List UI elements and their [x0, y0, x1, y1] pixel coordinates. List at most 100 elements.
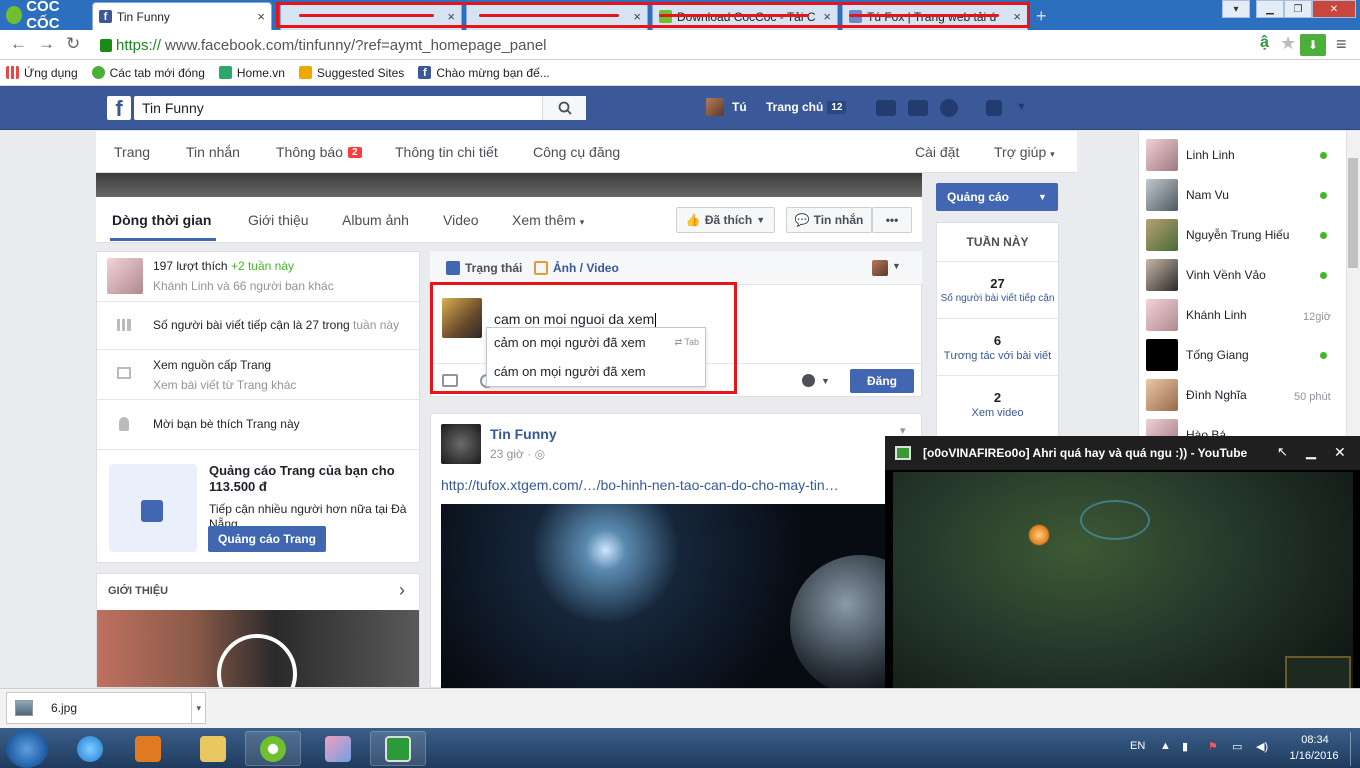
taskbar-explorer[interactable]: [185, 731, 241, 766]
download-menu-chevron-icon[interactable]: ▾: [191, 693, 205, 723]
chat-contact[interactable]: Đình Nghĩa: [1146, 379, 1247, 411]
show-hidden-icons-icon[interactable]: ▲: [1160, 740, 1171, 752]
chat-contact[interactable]: Nam Vu: [1146, 179, 1229, 211]
admin-tab-insights[interactable]: Thông tin chi tiết: [395, 144, 498, 160]
typing-tool-icon[interactable]: ậ: [1260, 34, 1269, 52]
close-popup-icon[interactable]: ✕: [1334, 444, 1346, 461]
friend-requests-icon[interactable]: [876, 100, 896, 116]
feed-row[interactable]: Xem nguồn cấp Trang Xem bài viết từ Tran…: [97, 350, 419, 400]
notifications-globe-icon[interactable]: [940, 99, 958, 117]
maximize-button[interactable]: ❐: [1284, 0, 1312, 18]
privacy-shortcuts-icon[interactable]: [986, 100, 1002, 116]
back-icon[interactable]: ←: [10, 34, 27, 54]
tab-more[interactable]: Xem thêm ▾: [512, 212, 584, 228]
tab-tin-funny[interactable]: f Tin Funny ×: [92, 2, 272, 30]
tab-photos[interactable]: Album ảnh: [342, 212, 409, 228]
taskbar-media[interactable]: [120, 731, 176, 766]
language-indicator[interactable]: EN: [1130, 740, 1145, 752]
bookmark-apps[interactable]: Ứng dụng: [6, 66, 78, 80]
admin-tab-messages[interactable]: Tin nhắn: [186, 144, 240, 160]
facebook-logo-icon[interactable]: f: [107, 96, 131, 120]
invite-row[interactable]: Mời bạn bè thích Trang này: [97, 400, 419, 450]
bookmark-suggested-sites[interactable]: Suggested Sites: [298, 66, 404, 80]
tab-more-label: Xem thêm: [512, 212, 576, 228]
volume-icon[interactable]: ◀): [1256, 740, 1268, 753]
admin-settings-link[interactable]: Cài đặt: [915, 144, 959, 160]
tab-about[interactable]: Giới thiệu: [248, 212, 309, 228]
chat-contact[interactable]: Nguyễn Trung Hiếu: [1146, 219, 1289, 251]
likes-row[interactable]: 197 lượt thích +2 tuần này Khánh Linh và…: [97, 252, 419, 302]
post-timestamp[interactable]: 23 giờ · ◎: [490, 447, 545, 461]
stat-video-label[interactable]: Xem video: [937, 407, 1058, 419]
post-button[interactable]: Đăng: [850, 369, 914, 393]
messages-icon[interactable]: [908, 100, 928, 116]
chevron-down-icon[interactable]: ▼: [892, 261, 901, 271]
clock-time[interactable]: 08:34: [1290, 734, 1340, 746]
taskbar-paint[interactable]: [310, 731, 366, 766]
admin-help-menu[interactable]: Trợ giúp ▾: [994, 144, 1055, 160]
post-as-avatar[interactable]: [872, 260, 888, 276]
clock-date[interactable]: 1/16/2016: [1282, 750, 1346, 762]
close-tab-icon[interactable]: ×: [257, 9, 265, 24]
chat-contact[interactable]: Vinh Vềnh Vảo: [1146, 259, 1266, 291]
taskbar-popup-player[interactable]: [370, 731, 426, 766]
user-name-link[interactable]: Tú: [732, 100, 747, 114]
about-video-thumbnail[interactable]: [97, 610, 419, 687]
chat-contact[interactable]: Hào Bá: [1146, 419, 1226, 436]
new-tab-button[interactable]: +: [1036, 6, 1047, 27]
admin-tab-notifications[interactable]: Thông báo 2: [276, 144, 362, 160]
close-window-button[interactable]: ✕: [1312, 0, 1356, 18]
promote-page-button[interactable]: Quảng cáo Trang: [208, 526, 326, 552]
post-link[interactable]: http://tufox.xtgem.com/…/bo-hinh-nen-tao…: [441, 477, 839, 493]
liked-button[interactable]: 👍 Đã thích ▼: [676, 207, 775, 233]
home-link[interactable]: Trang chủ 12: [766, 100, 847, 114]
admin-tab-publishing-tools[interactable]: Công cụ đăng: [533, 144, 620, 160]
bookmark-welcome[interactable]: f Chào mừng bạn đế...: [418, 66, 550, 80]
taskbar-ie[interactable]: [62, 731, 118, 766]
composer-tab-status[interactable]: Trạng thái: [446, 261, 522, 275]
chevron-right-icon[interactable]: ›: [399, 580, 405, 601]
flag-icon[interactable]: ⚑: [1208, 740, 1218, 753]
search-button[interactable]: [542, 96, 586, 120]
reload-icon[interactable]: ↻: [66, 34, 80, 54]
reach-row[interactable]: Số người bài viết tiếp cận là 27 trong t…: [97, 302, 419, 350]
page-avatar[interactable]: [441, 424, 481, 464]
post-page-name[interactable]: Tin Funny: [490, 426, 557, 442]
chat-contact[interactable]: Tống Giang: [1146, 339, 1249, 371]
minimize-button[interactable]: ▁: [1256, 0, 1284, 18]
admin-tab-page[interactable]: Trang: [114, 144, 150, 160]
browser-menu-icon[interactable]: ≡: [1336, 34, 1347, 55]
expand-icon[interactable]: ↖: [1277, 444, 1288, 460]
network-icon[interactable]: ▮: [1182, 740, 1188, 753]
bookmark-home-vn[interactable]: Home.vn: [218, 66, 285, 80]
message-button[interactable]: 💬 Tin nhắn: [786, 207, 872, 233]
download-icon[interactable]: ⬇: [1300, 34, 1326, 56]
account-menu-chevron-icon[interactable]: ▼: [1016, 101, 1027, 113]
window-menu-button[interactable]: ▾: [1222, 0, 1250, 18]
url-field[interactable]: https://www.facebook.com/tinfunny/?ref=a…: [100, 35, 1260, 55]
show-desktop-button[interactable]: [1350, 732, 1360, 766]
download-item[interactable]: 6.jpg ▾: [6, 692, 206, 724]
composer-tab-photo[interactable]: Ảnh / Video: [534, 261, 619, 275]
taskbar-coccoc[interactable]: [245, 731, 301, 766]
power-icon[interactable]: ▭: [1232, 740, 1242, 753]
audience-globe-icon[interactable]: [802, 374, 815, 387]
chat-contact[interactable]: Khánh Linh: [1146, 299, 1247, 331]
scrollbar-thumb[interactable]: [1348, 158, 1358, 268]
tab-timeline[interactable]: Dòng thời gian: [112, 212, 211, 228]
minimize-popup-icon[interactable]: ▁: [1306, 444, 1316, 460]
ads-button[interactable]: Quảng cáo ▼: [936, 183, 1058, 211]
chat-contact[interactable]: Linh Linh: [1146, 139, 1235, 171]
bookmark-star-icon[interactable]: ★: [1280, 33, 1296, 54]
stat-engagement-label[interactable]: Tương tác với bài viết: [937, 350, 1058, 362]
bookmark-recent-tabs[interactable]: Các tab mới đóng: [91, 66, 205, 80]
browser-logo[interactable]: CỐC CỐC: [0, 0, 90, 32]
chevron-down-icon[interactable]: ▼: [821, 376, 830, 386]
forward-icon[interactable]: →: [38, 34, 55, 54]
user-avatar[interactable]: [706, 98, 724, 116]
tab-videos[interactable]: Video: [443, 212, 479, 228]
stat-reach-label[interactable]: Số người bài viết tiếp cận: [937, 293, 1058, 304]
start-button-icon[interactable]: [6, 730, 48, 768]
more-options-button[interactable]: •••: [872, 207, 912, 233]
facebook-search-input[interactable]: Tin Funny: [134, 96, 586, 120]
